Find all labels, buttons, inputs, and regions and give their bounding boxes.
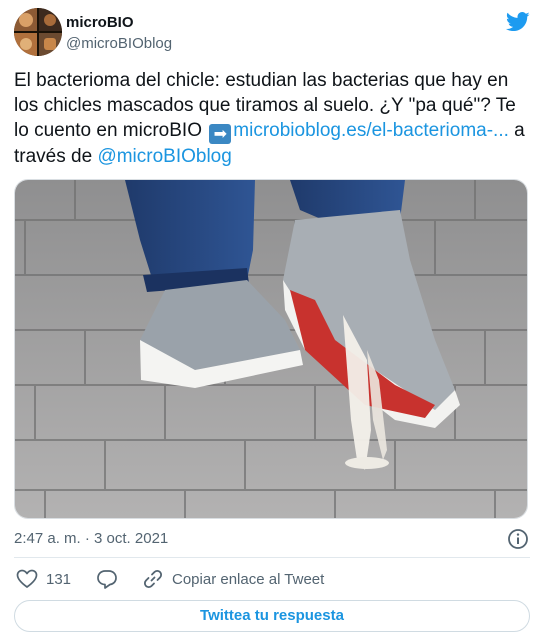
link-icon [143,569,163,589]
reply-bubble-icon [97,570,117,589]
copy-link-label: Copiar enlace al Tweet [172,570,325,588]
tweet-media-image[interactable] [14,179,528,519]
info-circle-icon[interactable] [507,528,529,550]
tweet-actions: 131 Copiar enlace al Tweet [14,566,530,592]
sneaker-gum-photo [15,180,527,518]
author-display-name[interactable]: microBIO [66,14,172,32]
tweet-timestamp[interactable]: 2:47 a. m. · 3 oct. 2021 [14,529,168,549]
like-count: 131 [46,570,72,588]
twitter-bird-icon[interactable] [506,12,530,32]
avatar[interactable] [14,8,62,56]
like-button[interactable]: 131 [16,566,71,592]
tweet-header: microBIO @microBIOblog [14,8,530,58]
tweet-link[interactable]: microbioblog.es/el-bacterioma-... [233,120,509,141]
divider [14,557,530,558]
tweet-text: El bacterioma del chicle: estudian las b… [14,68,534,169]
author-handle[interactable]: @microBIOblog [66,34,172,54]
tweet-card: microBIO @microBIOblog El bacterioma del… [0,0,544,644]
copy-link-button[interactable]: Copiar enlace al Tweet [142,566,324,592]
author-names: microBIO @microBIOblog [66,14,172,54]
tweet-mention[interactable]: @microBIOblog [97,146,231,167]
reply-button[interactable] [96,566,118,592]
heart-icon [16,569,38,588]
reply-composer-button[interactable]: Twittea tu respuesta [14,600,530,632]
right-arrow-icon: ➡ [209,124,232,144]
